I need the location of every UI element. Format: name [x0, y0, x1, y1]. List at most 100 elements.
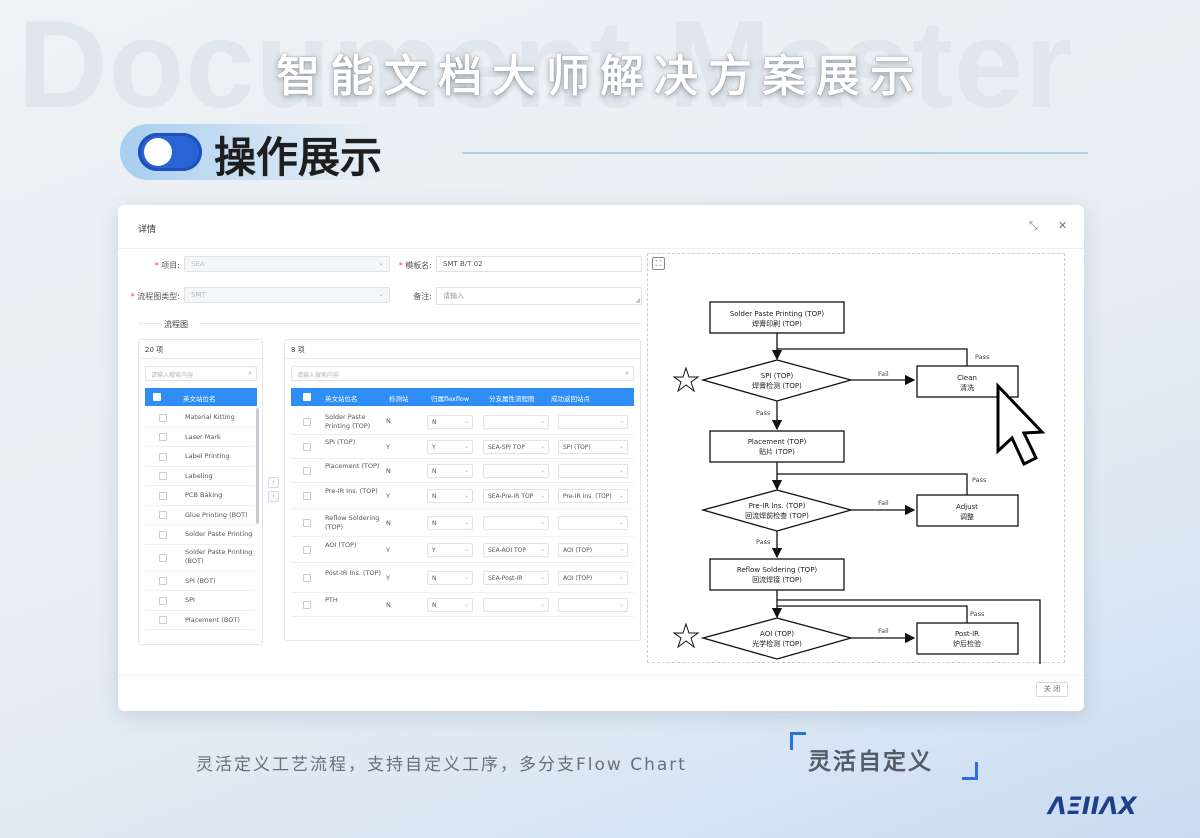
row-checkbox[interactable] [159, 491, 167, 500]
row-checkbox[interactable] [159, 554, 167, 562]
source-list-panel: 20 项 请输入搜索内容 ⌕ 英文站位名 Material Kitting Lase… [138, 339, 263, 645]
row-checkbox[interactable] [159, 577, 167, 586]
station-name-cell: AOI (TOP) [325, 541, 357, 549]
chevron-down-icon: ⌄ [463, 574, 469, 581]
flexflow-select[interactable]: N ⌄ [427, 464, 473, 478]
source-list-item[interactable]: Material Kitting [145, 408, 255, 428]
branch-flow-select[interactable]: SEA-SPI TOP ⌄ [483, 440, 549, 454]
branch-flow-select[interactable]: ⌄ [483, 516, 549, 530]
flexflow-select[interactable]: N ⌄ [427, 598, 473, 612]
table-row[interactable]: SPI (TOP) Y Y ⌄ SEA-SPI TOP ⌄ SPI (TOP) ⌄ [291, 435, 634, 459]
node-placement [709, 430, 845, 463]
return-station-select[interactable]: ⌄ [558, 516, 628, 530]
flexflow-select[interactable]: N ⌄ [427, 516, 473, 530]
source-list-item[interactable]: Labeling [145, 467, 255, 486]
star-icon [672, 366, 700, 393]
check-station-cell: Y [386, 442, 390, 451]
template-input[interactable]: SMT B/T 02 [436, 256, 642, 272]
source-list-item[interactable]: Laser Mark [145, 428, 255, 447]
source-list-item[interactable]: SPI [145, 591, 255, 611]
row-checkbox[interactable] [303, 417, 311, 426]
row-checkbox[interactable] [159, 511, 167, 520]
toggle-knob [144, 138, 172, 166]
row-checkbox[interactable] [303, 601, 311, 609]
row-checkbox[interactable] [159, 413, 167, 422]
move-left-button[interactable]: ‹ [268, 491, 279, 502]
branch-flow-select[interactable]: ⌄ [483, 464, 549, 478]
table-row[interactable]: Solder Paste Printing (TOP) N N ⌄ ⌄ ⌄ [291, 408, 634, 435]
remark-label: 备注: [413, 292, 432, 301]
source-item-label: Material Kitting [185, 413, 235, 421]
pass-label: Pass [970, 610, 985, 618]
target-search-input[interactable]: 请输入搜索内容 ⌕ [291, 366, 634, 381]
flexflow-select[interactable]: N ⌄ [427, 414, 473, 429]
branch-flow-select[interactable]: SEA-Pre-IR TOP ⌄ [483, 489, 549, 503]
row-checkbox[interactable] [303, 443, 311, 451]
caption-tag: 灵活自定义 [808, 749, 933, 775]
move-right-button[interactable]: › [268, 477, 279, 488]
flexflow-select[interactable]: Y ⌄ [427, 440, 473, 454]
resize-handle-icon[interactable]: ◢ [635, 297, 640, 304]
row-checkbox[interactable] [159, 472, 167, 481]
source-list-item[interactable]: Glue Printing (BOT) [145, 506, 255, 525]
row-checkbox[interactable] [303, 519, 311, 527]
branch-flow-select[interactable]: ⌄ [483, 414, 549, 429]
flow-label: 贴片 (TOP) [759, 447, 795, 456]
project-select[interactable]: SEA ⌄ [184, 256, 390, 272]
table-row[interactable]: PTH N N ⌄ ⌄ ⌄ [291, 593, 634, 617]
close-icon[interactable]: ✕ [1058, 219, 1067, 232]
row-checkbox[interactable] [303, 574, 311, 582]
return-station-select[interactable]: AOI (TOP) ⌄ [558, 543, 628, 557]
flow-label: Reflow Soldering (TOP) [737, 566, 818, 574]
station-name-cell: PTH [325, 596, 338, 604]
table-row[interactable]: Placement (TOP) N N ⌄ ⌄ ⌄ [291, 459, 634, 483]
star-icon [672, 622, 700, 649]
flow-label: Placement (TOP) [748, 438, 807, 446]
branch-flow-select[interactable]: ⌄ [483, 598, 549, 612]
row-checkbox[interactable] [303, 492, 311, 500]
return-station-select[interactable]: AOI (TOP) ⌄ [558, 571, 628, 585]
source-item-label: Labeling [185, 471, 213, 480]
source-list-item[interactable]: Solder Paste Printing (BOT) [145, 545, 255, 572]
node-spi [700, 359, 854, 402]
flow-type-select[interactable]: SMT ⌄ [184, 287, 390, 303]
row-checkbox[interactable] [159, 452, 167, 461]
branch-flow-select[interactable]: SEA-Post-IR ⌄ [483, 571, 549, 585]
source-list-item[interactable]: PCB Baking [145, 486, 255, 506]
return-station-select[interactable]: SPI (TOP) ⌄ [558, 440, 628, 454]
return-station-select[interactable]: ⌄ [558, 598, 628, 612]
select-all-checkbox[interactable] [303, 393, 311, 401]
table-row[interactable]: Pre-IR Ins. (TOP) Y N ⌄ SEA-Pre-IR TOP ⌄ Pre-I… [291, 483, 634, 509]
source-scrollbar[interactable] [256, 408, 259, 524]
flowchart-canvas[interactable]: ⛶ Solder Paste Printing (TOP) 焊膏印刷 (TOP)… [647, 253, 1065, 664]
source-list-item[interactable]: Label Printing [145, 447, 255, 467]
branch-flow-select[interactable]: SEA-AOI TOP ⌄ [483, 543, 549, 557]
select-all-checkbox[interactable] [153, 393, 161, 401]
chevron-down-icon: ⌄ [618, 601, 624, 608]
row-checkbox[interactable] [303, 546, 311, 554]
close-button[interactable]: 关 闭 [1036, 682, 1068, 697]
source-search-input[interactable]: 请输入搜索内容 ⌕ [145, 366, 257, 381]
table-row[interactable]: Reflow Soldering (TOP) N N ⌄ ⌄ ⌄ [291, 509, 634, 537]
flexflow-select[interactable]: N ⌄ [427, 571, 473, 585]
return-station-select[interactable]: ⌄ [558, 414, 628, 429]
flow-label: 焊膏印刷 (TOP) [752, 319, 802, 328]
row-checkbox[interactable] [159, 616, 167, 625]
toggle-switch[interactable] [138, 133, 202, 171]
source-list-item[interactable]: SPI (BOT) [145, 572, 255, 591]
flexflow-select[interactable]: N ⌄ [427, 489, 473, 503]
row-checkbox[interactable] [159, 596, 167, 605]
return-station-select[interactable]: ⌄ [558, 464, 628, 478]
table-row[interactable]: AOI (TOP) Y Y ⌄ SEA-AOI TOP ⌄ AOI (TOP) ⌄ [291, 537, 634, 563]
fullscreen-icon[interactable]: ⤡ [1029, 219, 1038, 233]
source-list-item[interactable]: Placement (BOT) [145, 611, 255, 630]
source-list-item[interactable]: Solder Paste Printing [145, 525, 255, 545]
flexflow-select[interactable]: Y ⌄ [427, 543, 473, 557]
row-checkbox[interactable] [159, 433, 167, 442]
pass-label: Pass [975, 353, 990, 361]
row-checkbox[interactable] [303, 467, 311, 475]
remark-textarea[interactable]: 请输入 ◢ [436, 287, 642, 305]
row-checkbox[interactable] [159, 530, 167, 539]
table-row[interactable]: Post-IR Ins. (TOP) Y N ⌄ SEA-Post-IR ⌄ AOI (TO… [291, 563, 634, 593]
return-station-select[interactable]: Pre-IR Ins. (TOP) ⌄ [558, 489, 628, 503]
